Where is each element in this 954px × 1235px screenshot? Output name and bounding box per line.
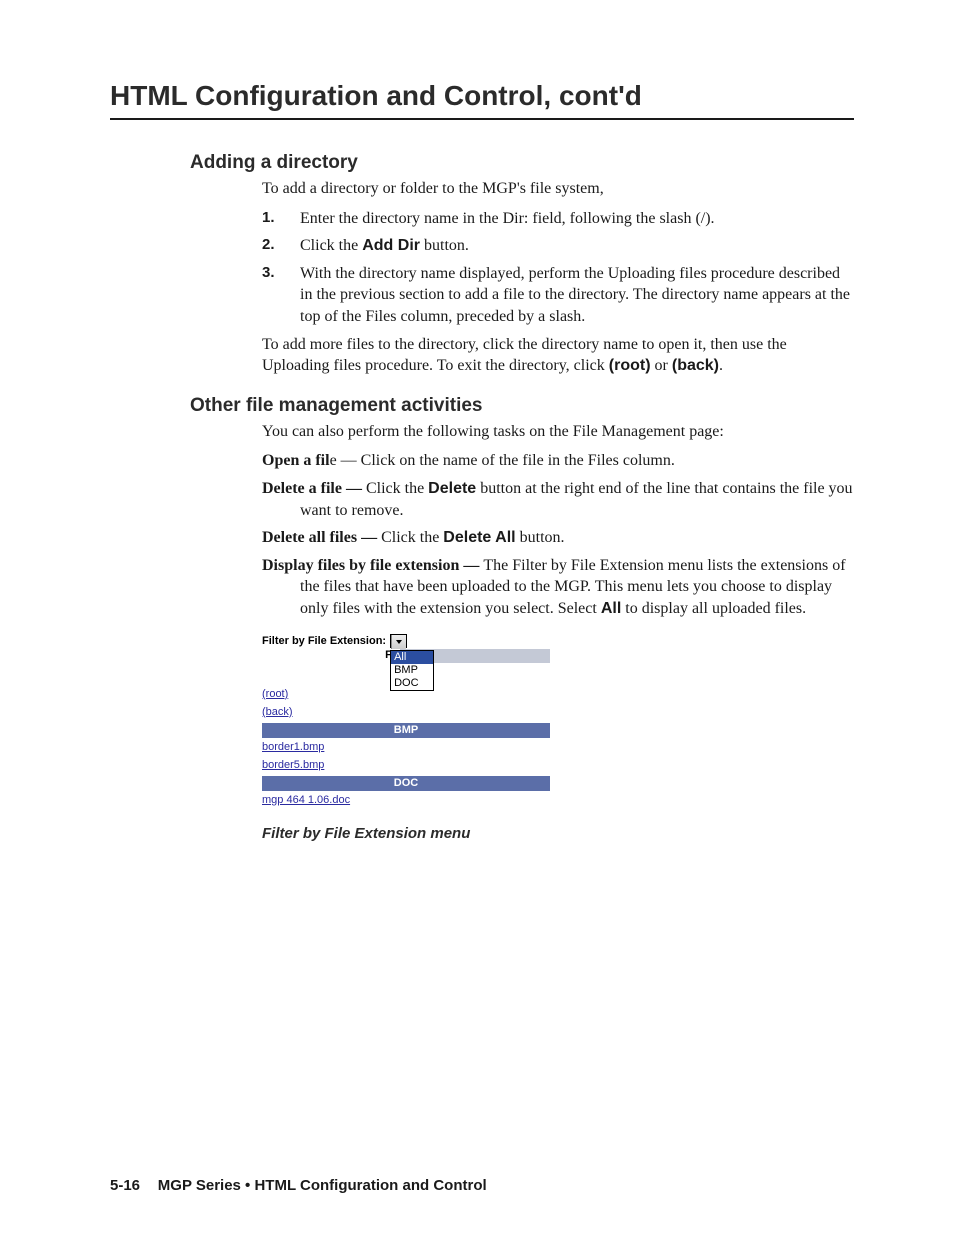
filter-option-doc[interactable]: DOC <box>391 677 433 690</box>
adddir-note: To add more files to the directory, clic… <box>262 334 854 377</box>
item-display-by-ext: Display files by file extension — The Fi… <box>262 555 854 620</box>
ext-bar-bmp: BMP <box>262 723 550 738</box>
file-link[interactable]: border1.bmp <box>262 738 550 756</box>
step-2: 2. Click the Add Dir button. <box>262 235 854 257</box>
step-text: Enter the directory name in the Dir: fie… <box>300 208 854 230</box>
filter-screenshot: Filter by File Extension: All All BMP DO… <box>262 634 550 809</box>
files-header-prefix: Fil <box>262 649 400 661</box>
title-rule <box>110 118 854 120</box>
chevron-down-icon[interactable] <box>391 635 406 649</box>
filter-dropdown[interactable]: All <box>390 634 407 648</box>
step-number: 3. <box>262 263 300 328</box>
add-dir-label: Add Dir <box>362 237 420 254</box>
step-1: 1. Enter the directory name in the Dir: … <box>262 208 854 230</box>
filter-option-bmp[interactable]: BMP <box>391 664 433 677</box>
file-link[interactable]: mgp 464 1.06.doc <box>262 791 550 809</box>
filter-option-all[interactable]: All <box>391 651 433 664</box>
link-back[interactable]: (back) <box>262 703 550 721</box>
item-open-file: Open a file — Click on the name of the f… <box>262 450 854 472</box>
footer-text: MGP Series • HTML Configuration and Cont… <box>158 1177 487 1194</box>
page-number: 5-16 <box>110 1177 140 1194</box>
step-3: 3. With the directory name displayed, pe… <box>262 263 854 328</box>
step-text: Click the Add Dir button. <box>300 235 854 257</box>
filter-label: Filter by File Extension: <box>262 635 386 647</box>
page-title: HTML Configuration and Control, cont'd <box>110 80 854 112</box>
filter-dropdown-list[interactable]: All BMP DOC <box>390 650 434 691</box>
file-link[interactable]: border5.bmp <box>262 756 550 774</box>
item-delete-all: Delete all files — Click the Delete All … <box>262 527 854 549</box>
ext-bar-doc: DOC <box>262 776 550 791</box>
figure-caption: Filter by File Extension menu <box>262 825 854 842</box>
heading-adding-directory: Adding a directory <box>190 152 854 174</box>
other-intro: You can also perform the following tasks… <box>262 421 854 443</box>
heading-other-activities: Other file management activities <box>190 395 854 417</box>
step-number: 1. <box>262 208 300 230</box>
step-text: With the directory name displayed, perfo… <box>300 263 854 328</box>
adddir-intro: To add a directory or folder to the MGP'… <box>262 178 854 200</box>
step-number: 2. <box>262 235 300 257</box>
page-footer: 5-16 MGP Series • HTML Configuration and… <box>110 1177 487 1195</box>
item-delete-file: Delete a file — Click the Delete button … <box>262 478 854 521</box>
